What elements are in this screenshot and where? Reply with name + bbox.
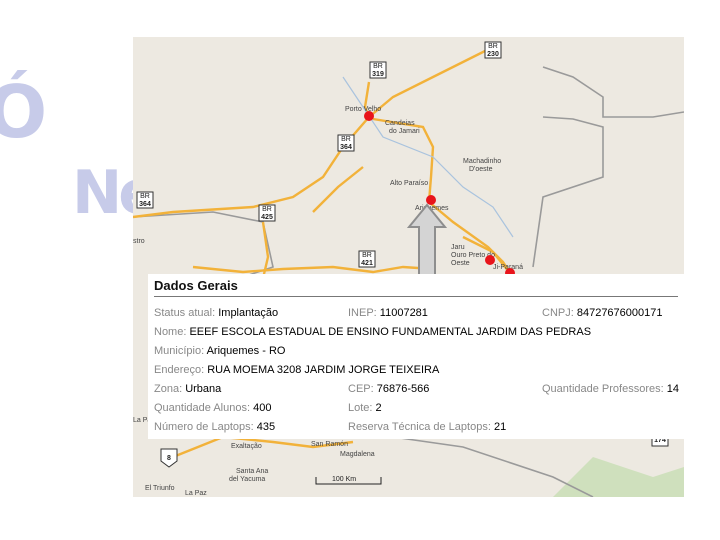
municipio-label: Município: [154,345,205,357]
nome-label: Nome: [154,326,187,338]
callout-arrow-icon [407,203,447,277]
svg-text:BR: BR [373,63,383,70]
endereco-value: RUA MOEMA 3208 JARDIM JORGE TEIXEIRA [207,364,440,376]
route-shield-8: 8 [160,448,178,468]
svg-text:BR: BR [362,252,372,259]
status-value: Implantação [218,307,279,319]
school-marker-porto-velho[interactable] [364,111,374,121]
nome-value: EEEF ESCOLA ESTADUAL DE ENSINO FUNDAMENT… [189,326,592,338]
svg-text:8: 8 [167,455,171,462]
cnpj-label: CNPJ: [542,307,574,319]
svg-text:319: 319 [372,71,384,78]
place-label-san-ramon: San Ramón [311,441,348,448]
highway-shield-364-west: BR 364 [136,191,154,209]
cep-label: CEP: [348,383,374,395]
panel-divider [154,296,678,297]
info-row-zona: Zona: Urbana CEP: 76876-566 Quantidade P… [154,383,679,399]
place-label-do-jamari: do Jamari [389,128,420,135]
highway-shield-364: BR 364 [337,134,355,152]
highway-shield-421: BR 421 [358,250,376,268]
svg-text:BR: BR [140,193,150,200]
reserva-label: Reserva Técnica de Laptops: [348,421,491,433]
svg-text:100 Km: 100 Km [332,476,356,483]
svg-text:364: 364 [340,144,352,151]
place-label-jaru: Jaru [451,244,465,251]
place-label-doeste: D'oeste [469,166,493,173]
school-info-panel: Dados Gerais Status atual: Implantação I… [148,274,684,439]
panel-title: Dados Gerais [154,278,238,293]
place-label-alto-paraiso: Alto Paraíso [390,180,428,187]
place-label-exaltacao: Exaltação [231,443,262,450]
professores-value: 14 [666,383,679,395]
place-label-partial-stro: stro [133,238,145,245]
inep-label: INEP: [348,307,377,319]
zona-value: Urbana [185,383,222,395]
info-row-endereco: Endereço: RUA MOEMA 3208 JARDIM JORGE TE… [154,364,678,380]
laptops-value: 435 [256,421,276,433]
inep-value: 11007281 [379,307,428,319]
place-label-porto-velho: Porto Velho [345,106,381,113]
info-row-nome: Nome: EEEF ESCOLA ESTADUAL DE ENSINO FUN… [154,326,678,342]
svg-text:BR: BR [341,136,351,143]
highway-shield-425: BR 425 [258,204,276,222]
svg-text:421: 421 [361,260,373,267]
svg-text:425: 425 [261,214,273,221]
school-marker-jaru[interactable] [485,255,495,265]
place-label-el-triunfo: El Triunfo [145,485,175,492]
place-label-magdalena: Magdalena [340,451,375,458]
laptops-label: Número de Laptops: [154,421,254,433]
forest-area [553,457,684,497]
info-row-laptops: Número de Laptops: 435 Reserva Técnica d… [154,421,678,437]
info-row-status: Status atual: Implantação INEP: 11007281… [154,307,678,323]
place-label-santa-ana: Santa Ana [236,468,268,475]
svg-text:364: 364 [139,201,151,208]
highway-shield-230: BR 230 [484,41,502,59]
svg-text:230: 230 [487,51,499,58]
status-label: Status atual: [154,307,216,319]
zona-label: Zona: [154,383,183,395]
endereco-label: Endereço: [154,364,205,376]
svg-text:BR: BR [488,43,498,50]
alunos-value: 400 [253,402,272,414]
reserva-value: 21 [493,421,507,433]
lote-value: 2 [375,402,382,414]
cep-value: 76876-566 [376,383,430,395]
place-label-la-paz: La Paz [185,490,207,497]
municipio-value: Ariquemes - RO [206,345,286,357]
highway-shield-319: BR 319 [369,61,387,79]
place-label-del-yacuma: del Yacuma [229,476,265,483]
professores-label: Quantidade Professores: [542,383,664,395]
scale-bar: 100 Km [315,476,382,485]
alunos-label: Quantidade Alunos: [154,402,251,414]
place-label-oeste: Oeste [451,260,470,267]
lote-label: Lote: [348,402,373,414]
info-row-alunos: Quantidade Alunos: 400 Lote: 2 [154,402,678,418]
info-row-municipio: Município: Ariquemes - RO [154,345,678,361]
place-label-candeias: Candeias [385,120,415,127]
decorative-glyph-o: Ó [0,70,48,154]
place-label-machadinho: Machadinho [463,158,501,165]
svg-text:BR: BR [262,206,272,213]
cnpj-value: 84727676000171 [576,307,663,319]
